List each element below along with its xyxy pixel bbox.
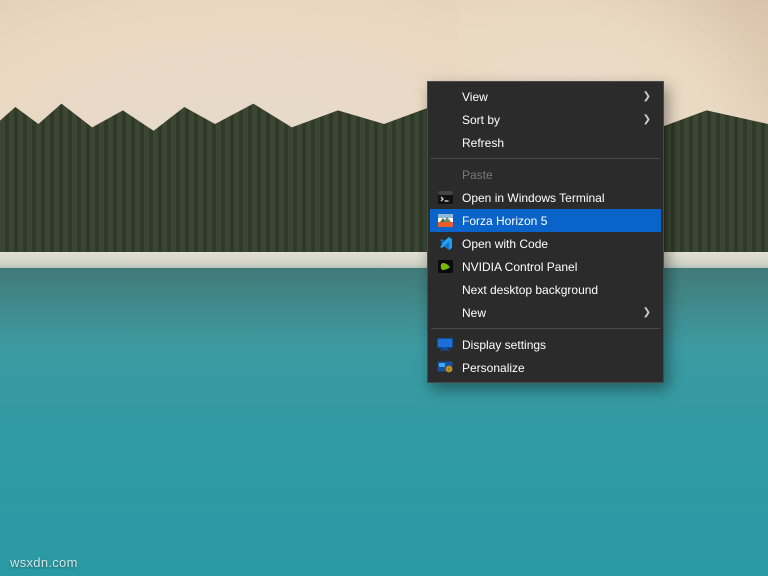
watermark-text: wsxdn.com: [10, 555, 78, 570]
menu-item-label: New: [462, 306, 633, 320]
chevron-right-icon: ❯: [641, 91, 651, 102]
menu-item-display-settings[interactable]: Display settings: [430, 333, 661, 356]
menu-item-label: Open in Windows Terminal: [462, 191, 651, 205]
menu-item-refresh[interactable]: Refresh: [430, 131, 661, 154]
menu-item-label: Open with Code: [462, 237, 651, 251]
terminal-icon: [436, 190, 454, 206]
menu-item-label: NVIDIA Control Panel: [462, 260, 651, 274]
menu-separator: [431, 158, 660, 159]
desktop[interactable]: View ❯ Sort by ❯ Refresh Paste Open in W…: [0, 0, 768, 576]
menu-item-new[interactable]: New ❯: [430, 301, 661, 324]
menu-item-paste: Paste: [430, 163, 661, 186]
chevron-right-icon: ❯: [641, 307, 651, 318]
context-menu: View ❯ Sort by ❯ Refresh Paste Open in W…: [427, 81, 664, 383]
menu-item-nvidia-control-panel[interactable]: NVIDIA Control Panel: [430, 255, 661, 278]
display-icon: [436, 337, 454, 353]
menu-item-open-with-code[interactable]: Open with Code: [430, 232, 661, 255]
chevron-right-icon: ❯: [641, 114, 651, 125]
vscode-icon: [436, 236, 454, 252]
menu-item-next-desktop-background[interactable]: Next desktop background: [430, 278, 661, 301]
nvidia-icon: [436, 259, 454, 275]
menu-item-label: Display settings: [462, 338, 651, 352]
menu-item-personalize[interactable]: Personalize: [430, 356, 661, 379]
menu-separator: [431, 328, 660, 329]
menu-item-forza-horizon-5[interactable]: Forza Horizon 5: [430, 209, 661, 232]
personalize-icon: [436, 360, 454, 376]
forza-icon: [436, 213, 454, 229]
menu-item-label: Personalize: [462, 361, 651, 375]
menu-item-label: Next desktop background: [462, 283, 651, 297]
menu-item-label: Paste: [462, 168, 651, 182]
menu-item-label: View: [462, 90, 633, 104]
menu-item-label: Sort by: [462, 113, 633, 127]
menu-item-open-windows-terminal[interactable]: Open in Windows Terminal: [430, 186, 661, 209]
menu-item-label: Forza Horizon 5: [462, 214, 651, 228]
menu-item-label: Refresh: [462, 136, 651, 150]
menu-item-sort-by[interactable]: Sort by ❯: [430, 108, 661, 131]
menu-item-view[interactable]: View ❯: [430, 85, 661, 108]
